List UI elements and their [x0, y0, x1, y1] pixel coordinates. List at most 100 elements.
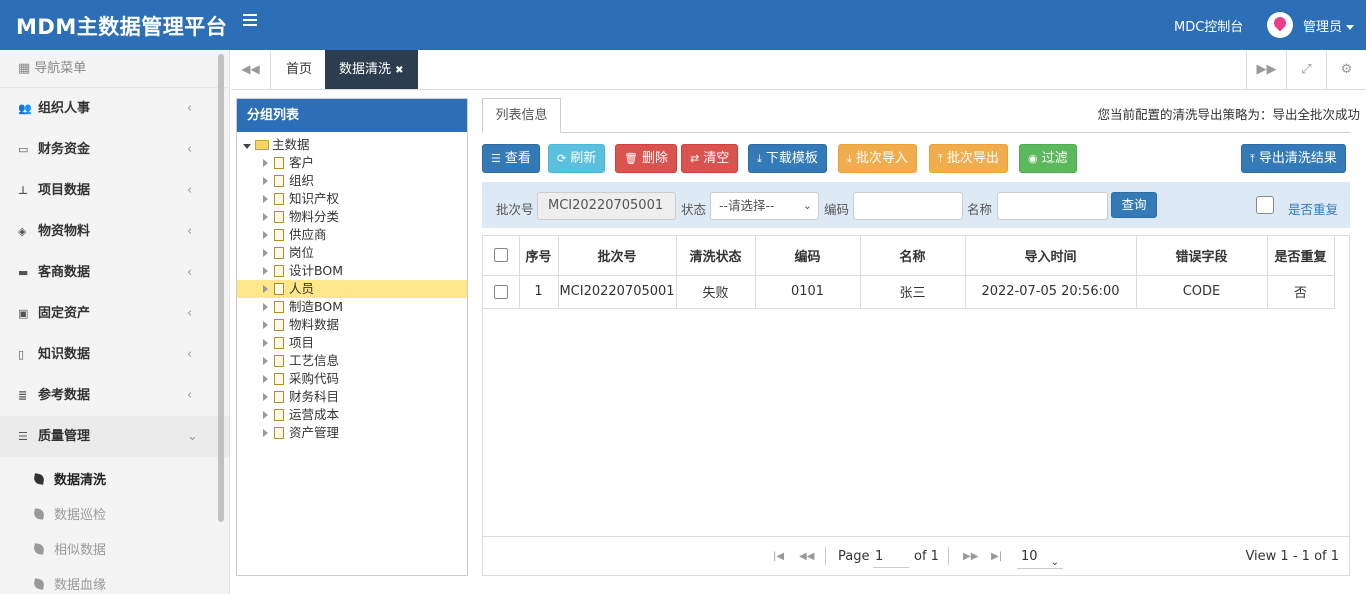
sidebar-item-org[interactable]: 👥 组织人事 ‹ [0, 88, 229, 129]
tab-home[interactable]: 首页 [272, 50, 326, 89]
code-input[interactable] [853, 192, 963, 220]
tree-node[interactable]: 岗位 [243, 244, 467, 262]
sidebar-item-reference[interactable]: ≣ 参考数据 ‹ [0, 375, 229, 416]
table-cell: 1 [519, 275, 559, 309]
sidebar-item-finance[interactable]: ▭ 财务资金 ‹ [0, 129, 229, 170]
expand-icon[interactable] [243, 144, 251, 149]
expand-icon[interactable] [263, 231, 268, 239]
tree-node[interactable]: 设计BOM [243, 262, 467, 280]
expand-icon[interactable] [263, 339, 268, 347]
tab-scroll-left-icon[interactable]: ◀◀ [231, 50, 271, 89]
last-page-icon[interactable]: ▶| [991, 551, 1002, 562]
duplicate-checkbox[interactable] [1256, 196, 1274, 214]
sidebar-scrollbar[interactable] [218, 54, 224, 522]
batch-number-input[interactable]: MCI20220705001 [537, 192, 676, 220]
leaf-icon [33, 543, 45, 555]
sidebar-item-assets[interactable]: ▣ 固定资产 ‹ [0, 293, 229, 334]
first-page-icon[interactable]: |◀ [773, 551, 784, 562]
tree-node[interactable]: 人员 [237, 280, 467, 298]
expand-icon[interactable] [263, 177, 268, 185]
expand-icon[interactable] [263, 357, 268, 365]
tree-node[interactable]: 工艺信息 [243, 352, 467, 370]
row-checkbox[interactable] [493, 284, 508, 299]
cubes-icon: ◈ [18, 225, 27, 238]
tree-node[interactable]: 物料数据 [243, 316, 467, 334]
page-size-select[interactable]: 10 ⌄ [1017, 545, 1063, 569]
expand-icon[interactable] [263, 195, 268, 203]
user-menu[interactable]: 管理员 [1303, 16, 1355, 35]
expand-icon[interactable] [263, 285, 268, 293]
column-header[interactable]: 错误字段 [1136, 236, 1268, 276]
expand-icon[interactable] [263, 303, 268, 311]
tab-scroll-right-icon[interactable]: ▶▶ [1246, 50, 1286, 89]
tree-node[interactable]: 运营成本 [243, 406, 467, 424]
page-input[interactable]: 1 [873, 546, 909, 568]
tree-node[interactable]: 供应商 [243, 226, 467, 244]
export-result-button[interactable]: ⤒ 导出清洗结果 [1241, 144, 1346, 173]
tree-node[interactable]: 客户 [243, 154, 467, 172]
expand-icon[interactable] [263, 429, 268, 437]
column-header[interactable]: 名称 [860, 236, 966, 276]
filter-button[interactable]: ◉ 过滤 [1019, 144, 1077, 173]
column-header[interactable]: 是否重复 [1267, 236, 1335, 276]
tree-node[interactable]: 资产管理 [243, 424, 467, 442]
clear-button[interactable]: ⇄ 清空 [681, 144, 739, 173]
data-table: 序号 批次号 清洗状态 编码 名称 导入时间 错误字段 是否重复 1 MCI20… [483, 236, 1335, 309]
tree-node[interactable]: 采购代码 [243, 370, 467, 388]
column-header[interactable]: 编码 [755, 236, 861, 276]
prev-page-icon[interactable]: ◀◀ [799, 551, 814, 562]
name-input[interactable] [997, 192, 1108, 220]
column-header[interactable]: 清洗状态 [676, 236, 756, 276]
mdc-console-link[interactable]: MDC控制台 [1174, 16, 1243, 35]
status-select[interactable]: --请选择-- ⌄ [710, 192, 819, 220]
tree-node[interactable]: 知识产权 [243, 190, 467, 208]
sidebar-sub-data-lineage[interactable]: 数据血缘 [0, 568, 229, 594]
tab-list-info[interactable]: 列表信息 [482, 98, 561, 133]
tree-node[interactable]: 组织 [243, 172, 467, 190]
query-button[interactable]: 查询 [1111, 192, 1157, 218]
sidebar-item-material[interactable]: ◈ 物资物料 ‹ [0, 211, 229, 252]
tab-data-cleansing[interactable]: 数据清洗 ✖ [325, 50, 418, 89]
expand-icon[interactable] [263, 393, 268, 401]
tree-node[interactable]: 物料分类 [243, 208, 467, 226]
tree-node[interactable]: 项目 [243, 334, 467, 352]
column-header[interactable]: 序号 [519, 236, 559, 276]
expand-icon[interactable] [263, 411, 268, 419]
sidebar-item-label: 组织人事 [38, 101, 91, 116]
export-icon: ⤒ [938, 152, 943, 165]
sidebar-item-knowledge[interactable]: ▯ 知识数据 ‹ [0, 334, 229, 375]
gear-icon[interactable]: ⚙ [1326, 50, 1366, 89]
tree-node[interactable]: 财务科目 [243, 388, 467, 406]
status-select-value: --请选择-- [719, 198, 775, 213]
avatar[interactable] [1267, 12, 1293, 38]
sidebar-item-project[interactable]: ⊥ 项目数据 ‹ [0, 170, 229, 211]
sidebar-sub-similar-data[interactable]: 相似数据 [0, 533, 229, 568]
tree-node[interactable]: 制造BOM [243, 298, 467, 316]
expand-icon[interactable] [263, 375, 268, 383]
sidebar-sub-data-inspection[interactable]: 数据巡检 [0, 498, 229, 533]
menu-toggle-icon[interactable] [243, 14, 257, 26]
batch-import-button[interactable]: ⤓ 批次导入 [838, 144, 917, 173]
column-header[interactable]: 导入时间 [965, 236, 1137, 276]
view-button[interactable]: ☰ 查看 [482, 144, 540, 173]
download-template-button[interactable]: ⤓ 下载模板 [748, 144, 827, 173]
batch-export-button[interactable]: ⤒ 批次导出 [929, 144, 1008, 173]
table-row[interactable]: 1 MCI20220705001 失败 0101 张三 2022-07-05 2… [483, 275, 1335, 309]
expand-icon[interactable] [263, 213, 268, 221]
column-header[interactable]: 批次号 [558, 236, 677, 276]
sidebar-item-merchant[interactable]: ▬ 客商数据 ‹ [0, 252, 229, 293]
expand-icon[interactable] [263, 321, 268, 329]
fullscreen-icon[interactable]: ⤢ [1286, 50, 1326, 89]
expand-icon[interactable] [263, 267, 268, 275]
expand-icon[interactable] [263, 159, 268, 167]
sidebar-sub-data-cleansing[interactable]: 数据清洗 [0, 463, 229, 498]
sidebar-item-quality[interactable]: ☰ 质量管理 ⌄ [0, 416, 229, 457]
tree-root-node[interactable]: 主数据 [243, 136, 467, 154]
delete-button[interactable]: 🗑 删除 [615, 144, 677, 173]
expand-icon[interactable] [263, 249, 268, 257]
close-icon[interactable]: ✖ [395, 65, 403, 76]
select-all-checkbox[interactable] [493, 248, 508, 263]
refresh-button[interactable]: ⟳ 刷新 [548, 144, 606, 173]
button-label: 删除 [641, 151, 668, 166]
next-page-icon[interactable]: ▶▶ [963, 551, 978, 562]
